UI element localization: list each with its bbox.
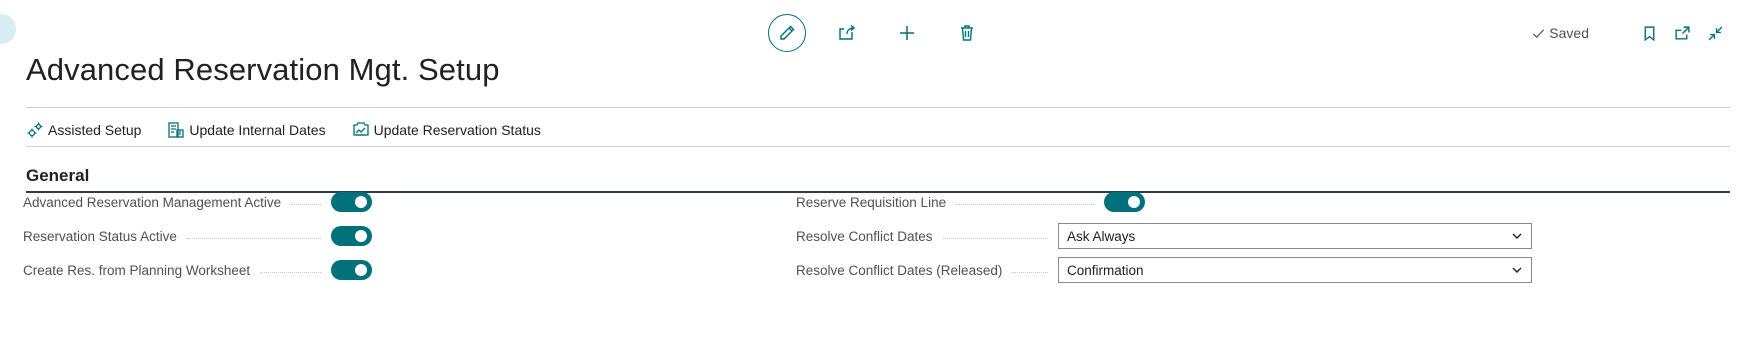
pencil-icon bbox=[780, 25, 795, 40]
leader-dots bbox=[186, 237, 321, 239]
field-label: Resolve Conflict Dates bbox=[796, 228, 933, 244]
leader-dots bbox=[1012, 271, 1048, 273]
field-label: Resolve Conflict Dates (Released) bbox=[796, 262, 1003, 278]
update-internal-dates-action[interactable]: Update Internal Dates bbox=[167, 121, 326, 139]
toggle-switch[interactable] bbox=[1104, 192, 1145, 212]
action-label: Assisted Setup bbox=[48, 122, 142, 138]
toggle-switch[interactable] bbox=[331, 192, 372, 212]
check-icon bbox=[1533, 28, 1545, 38]
divider bbox=[26, 107, 1730, 108]
open-new-window-button[interactable] bbox=[1671, 22, 1693, 44]
toggle-knob bbox=[355, 196, 367, 208]
action-label: Update Reservation Status bbox=[373, 122, 541, 138]
field-advanced-reservation-active: Advanced Reservation Management Active bbox=[23, 189, 372, 215]
toggle-knob bbox=[355, 230, 367, 242]
bookmark-button[interactable] bbox=[1638, 22, 1660, 44]
field-resolve-conflict-dates-released: Resolve Conflict Dates (Released) Confir… bbox=[796, 257, 1532, 283]
field-resolve-conflict-dates: Resolve Conflict Dates Ask Always bbox=[796, 223, 1532, 249]
plus-icon bbox=[900, 26, 914, 40]
action-bar: Assisted Setup Update Internal Dates Upd… bbox=[26, 118, 567, 142]
toggle-switch[interactable] bbox=[331, 260, 372, 280]
delete-button[interactable] bbox=[948, 14, 986, 52]
leader-dots bbox=[291, 203, 321, 205]
new-button[interactable] bbox=[888, 14, 926, 52]
toggle-knob bbox=[1128, 196, 1140, 208]
chevron-down-icon bbox=[1512, 267, 1522, 273]
update-dates-icon bbox=[168, 122, 185, 138]
assisted-setup-icon bbox=[27, 122, 43, 138]
leader-dots bbox=[260, 271, 321, 273]
share-button[interactable] bbox=[828, 14, 866, 52]
collapse-button[interactable] bbox=[1704, 22, 1726, 44]
field-reservation-status-active: Reservation Status Active bbox=[23, 223, 372, 249]
section-title-general[interactable]: General bbox=[26, 166, 89, 186]
action-label: Update Internal Dates bbox=[189, 122, 326, 138]
select-value: Ask Always bbox=[1067, 228, 1136, 244]
resolve-conflict-dates-released-select[interactable]: Confirmation bbox=[1058, 257, 1532, 283]
toggle-knob bbox=[355, 264, 367, 276]
field-label: Create Res. from Planning Worksheet bbox=[23, 262, 251, 278]
collapse-icon bbox=[1708, 26, 1722, 40]
trash-icon bbox=[961, 25, 973, 41]
edit-button[interactable] bbox=[768, 14, 806, 52]
field-label: Reservation Status Active bbox=[23, 228, 177, 244]
select-value: Confirmation bbox=[1067, 262, 1144, 278]
toggle-switch[interactable] bbox=[331, 226, 372, 246]
saved-status: Saved bbox=[1531, 25, 1589, 41]
bookmark-icon bbox=[1644, 25, 1654, 41]
assisted-setup-action[interactable]: Assisted Setup bbox=[26, 121, 141, 139]
saved-label: Saved bbox=[1549, 25, 1589, 41]
leader-dots bbox=[942, 237, 1048, 239]
field-create-res-from-planning-worksheet: Create Res. from Planning Worksheet bbox=[23, 257, 372, 283]
chevron-down-icon bbox=[1512, 233, 1522, 239]
divider bbox=[26, 146, 1730, 147]
update-status-icon bbox=[352, 122, 369, 136]
window-controls: Saved bbox=[1531, 22, 1726, 44]
open-new-window-icon bbox=[1674, 25, 1690, 40]
nav-pane-edge bbox=[0, 14, 16, 44]
field-label: Reserve Requisition Line bbox=[796, 194, 947, 210]
page-toolbar bbox=[768, 14, 986, 52]
field-label: Advanced Reservation Management Active bbox=[23, 194, 282, 210]
field-reserve-requisition-line: Reserve Requisition Line bbox=[796, 189, 1145, 215]
resolve-conflict-dates-select[interactable]: Ask Always bbox=[1058, 223, 1532, 249]
share-icon bbox=[839, 24, 856, 40]
page-title: Advanced Reservation Mgt. Setup bbox=[26, 52, 500, 87]
leader-dots bbox=[956, 203, 1094, 205]
update-reservation-status-action[interactable]: Update Reservation Status bbox=[352, 121, 541, 139]
